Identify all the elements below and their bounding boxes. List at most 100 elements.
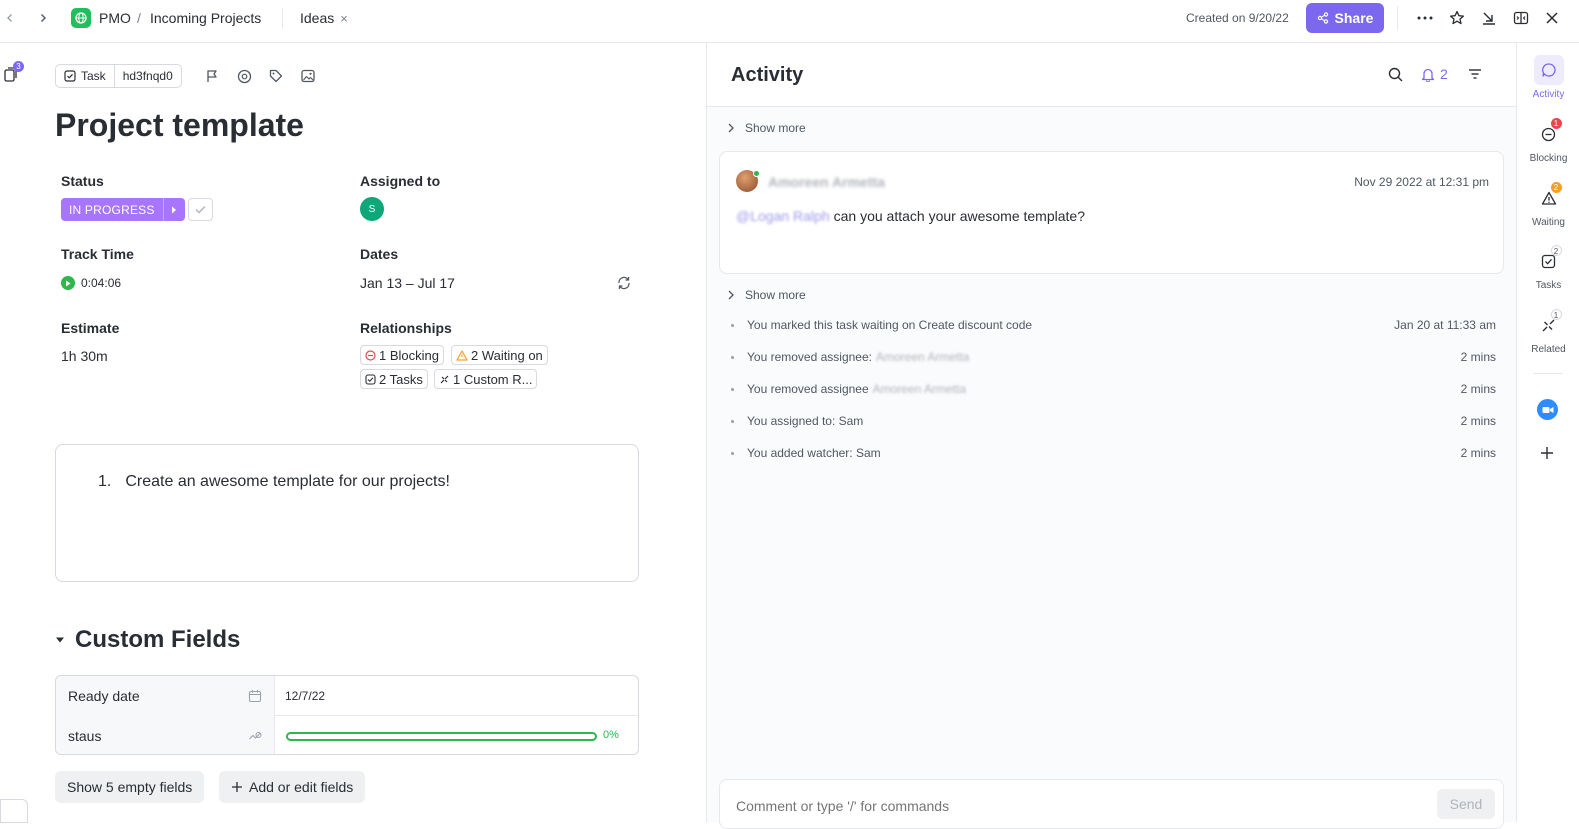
activity-log-item: You marked this task waiting on Create d… bbox=[731, 315, 1496, 335]
close-tab-icon[interactable]: × bbox=[340, 11, 348, 26]
notifications-bell-icon[interactable] bbox=[1419, 65, 1437, 83]
divider bbox=[282, 8, 283, 28]
sidebar-item-blocking[interactable]: 1 Blocking bbox=[1517, 118, 1579, 164]
ai-sparkle-icon[interactable] bbox=[236, 68, 252, 84]
log-person: Amoreen Armetta bbox=[872, 382, 967, 396]
custom-fields-header[interactable]: Custom Fields bbox=[55, 626, 240, 654]
show-more-label: Show more bbox=[745, 121, 806, 135]
ready-date-label-text: Ready date bbox=[68, 688, 140, 704]
sidebar-item-related[interactable]: 1 Related bbox=[1517, 309, 1579, 355]
tab-ideas[interactable]: Ideas × bbox=[300, 10, 348, 26]
bullet bbox=[731, 355, 734, 359]
send-button[interactable]: Send bbox=[1437, 789, 1495, 819]
blocking-chip[interactable]: 1 Blocking bbox=[360, 345, 444, 365]
waiting-on-chip[interactable]: 2 Waiting on bbox=[451, 345, 548, 365]
show-empty-fields-button[interactable]: Show 5 empty fields bbox=[55, 771, 205, 803]
settings-corner-button[interactable] bbox=[0, 799, 28, 823]
log-time: 2 mins bbox=[1460, 350, 1496, 364]
bullet bbox=[731, 419, 734, 423]
comment-card: Amoreen Armetta Nov 29 2022 at 12:31 pm … bbox=[719, 151, 1504, 274]
more-options-icon[interactable] bbox=[1416, 9, 1434, 27]
task-id[interactable]: hd3fnqd0 bbox=[113, 65, 181, 87]
complete-task-checkbox[interactable] bbox=[188, 198, 213, 221]
add-edit-fields-button[interactable]: Add or edit fields bbox=[219, 771, 366, 803]
description-editor[interactable]: 1. Create an awesome template for our pr… bbox=[55, 444, 639, 582]
description-list-item: 1. Create an awesome template for our pr… bbox=[98, 473, 450, 491]
recurring-icon[interactable] bbox=[616, 275, 632, 291]
play-timer-icon[interactable] bbox=[61, 276, 75, 290]
tag-icon[interactable] bbox=[268, 68, 284, 84]
forward-arrow-icon[interactable] bbox=[34, 9, 52, 27]
linked-tasks-chip[interactable]: 2 Tasks bbox=[360, 369, 428, 389]
warning-icon bbox=[456, 349, 468, 361]
priority-flag-icon[interactable] bbox=[204, 68, 220, 84]
show-more-toggle[interactable]: Show more bbox=[727, 288, 806, 302]
user-mention[interactable]: @Logan Ralph bbox=[736, 208, 830, 224]
activity-log-item: You removed assignee: Amoreen Armetta 2 … bbox=[731, 347, 1496, 367]
chevron-right-icon bbox=[728, 290, 734, 300]
notification-count[interactable]: 2 bbox=[1440, 66, 1448, 82]
custom-fields-table: Ready date 12/7/22 staus 0% bbox=[55, 675, 639, 755]
blocking-icon bbox=[365, 349, 376, 361]
cover-image-icon[interactable] bbox=[300, 68, 316, 84]
log-time: Jan 20 at 11:33 am bbox=[1394, 318, 1496, 332]
assignee-avatar[interactable]: S bbox=[360, 197, 384, 221]
breadcrumb-space[interactable]: PMO bbox=[99, 10, 131, 26]
subtasks-panel-icon[interactable]: 3 bbox=[4, 61, 24, 83]
assigned-to-label: Assigned to bbox=[360, 173, 441, 189]
add-integration-icon[interactable] bbox=[1540, 446, 1554, 460]
sidebar-item-label: Waiting bbox=[1532, 217, 1565, 228]
expand-panel-icon[interactable] bbox=[1512, 9, 1530, 27]
add-edit-fields-label: Add or edit fields bbox=[249, 779, 354, 795]
log-text: You removed assignee: bbox=[747, 350, 872, 364]
sidebar-item-waiting[interactable]: 2 Waiting bbox=[1517, 182, 1579, 228]
breadcrumb-list[interactable]: Incoming Projects bbox=[150, 10, 261, 26]
staus-progress-bar[interactable] bbox=[286, 732, 597, 741]
linked-tasks-chip-label: 2 Tasks bbox=[379, 371, 423, 387]
task-type-chip[interactable]: Task hd3fnqd0 bbox=[55, 64, 182, 88]
dates-value[interactable]: Jan 13 – Jul 17 bbox=[360, 275, 455, 291]
status-value[interactable]: IN PROGRESS bbox=[61, 198, 163, 221]
relationship-icon: 1 bbox=[1534, 309, 1564, 340]
chevron-right-icon bbox=[728, 123, 734, 133]
activity-log-item: You removed assignee Amoreen Armetta 2 m… bbox=[731, 379, 1496, 399]
log-text: You added watcher: Sam bbox=[747, 446, 881, 460]
bullet bbox=[731, 387, 734, 391]
log-text: You assigned to: Sam bbox=[747, 414, 864, 428]
tab-ideas-label: Ideas bbox=[300, 10, 335, 26]
log-text: You removed assignee bbox=[747, 382, 869, 396]
task-type-selector[interactable]: Task bbox=[56, 65, 114, 87]
search-icon[interactable] bbox=[1386, 65, 1404, 83]
show-more-toggle[interactable]: Show more bbox=[727, 121, 806, 135]
sidebar-item-activity[interactable]: Activity bbox=[1517, 55, 1579, 100]
star-icon[interactable] bbox=[1448, 9, 1466, 27]
comment-author[interactable]: Amoreen Armetta bbox=[768, 174, 885, 190]
log-text: You marked this task waiting on Create d… bbox=[747, 318, 1033, 332]
comment-input[interactable] bbox=[736, 798, 1336, 814]
zoom-icon[interactable] bbox=[1537, 399, 1558, 420]
custom-relationship-chip[interactable]: 1 Custom R... bbox=[434, 369, 538, 389]
sidebar-item-label: Activity bbox=[1532, 89, 1565, 100]
sidebar-item-tasks[interactable]: 2 Tasks bbox=[1517, 245, 1579, 291]
time-tracker[interactable]: 0:04:06 bbox=[61, 276, 121, 290]
activity-panel: Activity 2 Show more Amoreen Armetta Nov… bbox=[707, 43, 1516, 829]
share-button[interactable]: Share bbox=[1306, 3, 1384, 33]
task-title[interactable]: Project template bbox=[55, 107, 304, 144]
online-status-dot bbox=[753, 170, 760, 177]
estimate-value[interactable]: 1h 30m bbox=[61, 348, 108, 364]
activity-title: Activity bbox=[731, 64, 804, 86]
collapse-caret-icon[interactable] bbox=[55, 636, 65, 644]
ready-date-value[interactable]: 12/7/22 bbox=[285, 676, 325, 716]
tracked-time-value: 0:04:06 bbox=[81, 276, 122, 290]
relationships-label: Relationships bbox=[360, 320, 452, 336]
status-dropdown[interactable]: IN PROGRESS bbox=[61, 198, 185, 221]
filter-icon[interactable] bbox=[1466, 65, 1484, 83]
close-icon[interactable] bbox=[1543, 9, 1561, 27]
sidebar-item-label: Tasks bbox=[1535, 280, 1562, 291]
waiting-badge: 2 bbox=[1550, 182, 1562, 193]
task-type-label: Task bbox=[81, 69, 106, 83]
back-arrow-icon[interactable] bbox=[1, 9, 19, 27]
next-status-icon[interactable] bbox=[162, 198, 185, 221]
minimize-icon[interactable] bbox=[1480, 9, 1498, 27]
activity-header: Activity 2 bbox=[707, 43, 1516, 107]
